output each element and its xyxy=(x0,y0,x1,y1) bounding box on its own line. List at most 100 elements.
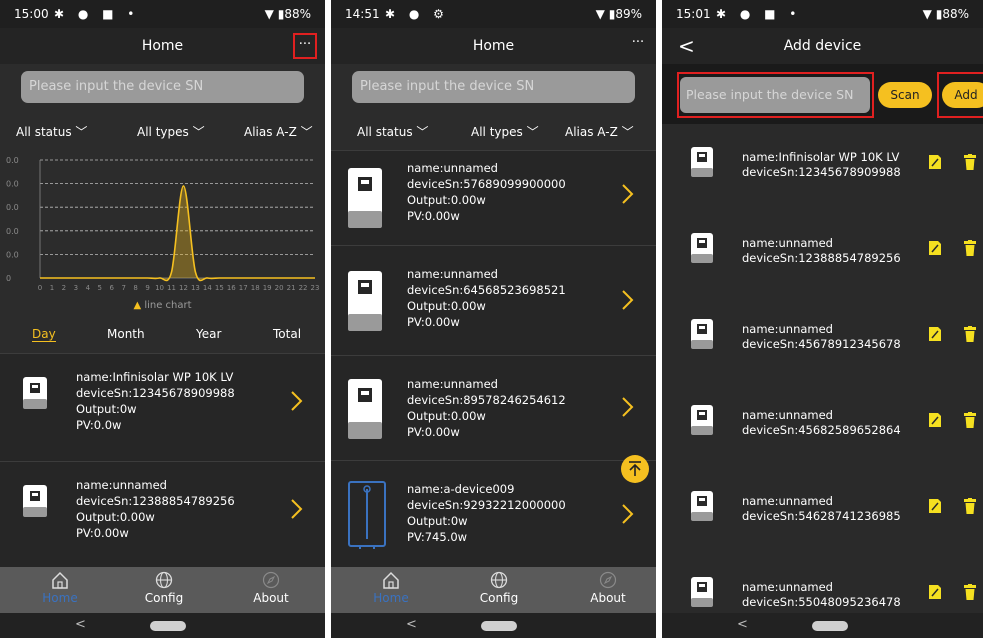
y-tick-label: 0.0 xyxy=(6,203,19,212)
chevron-right-icon[interactable] xyxy=(620,503,636,525)
x-tick-label: 13 xyxy=(191,284,200,292)
sort-filter[interactable]: Alias A-Z ﹀ xyxy=(565,123,634,140)
globe-icon xyxy=(490,571,508,589)
inverter-icon xyxy=(348,271,382,331)
device-card[interactable]: name:unnamed deviceSn:12388854789256 Out… xyxy=(0,461,325,570)
device-card[interactable]: name:unnamed deviceSn:64568523698521 Out… xyxy=(331,245,656,356)
tall-inverter-icon xyxy=(348,481,386,549)
device-card[interactable]: name:unnamed deviceSn:57689099900000 Out… xyxy=(331,150,656,259)
x-tick-label: 18 xyxy=(251,284,260,292)
edit-icon[interactable] xyxy=(928,584,942,600)
battery-level: ▼ ▮88% xyxy=(922,7,969,21)
scroll-to-top-button[interactable] xyxy=(621,455,649,483)
chevron-right-icon[interactable] xyxy=(620,396,636,418)
trash-icon[interactable] xyxy=(964,240,976,256)
home-icon xyxy=(52,571,68,589)
status-time: 15:01 xyxy=(676,7,711,21)
system-nav-bar: < xyxy=(331,613,656,638)
tab-year[interactable]: Year xyxy=(196,327,221,341)
add-button[interactable]: Add xyxy=(942,82,983,108)
inverter-icon xyxy=(691,233,713,263)
x-tick-label: 3 xyxy=(74,284,78,292)
screen-home-list: 14:51 ✱ ● ⚙ ▼ ▮89% Home ··· Please input… xyxy=(331,0,656,638)
sort-filter[interactable]: Alias A-Z ﹀ xyxy=(244,123,313,140)
status-filter[interactable]: All status ﹀ xyxy=(357,123,428,140)
search-input[interactable]: Please input the device SN xyxy=(21,71,304,103)
trash-icon[interactable] xyxy=(964,584,976,600)
edit-icon[interactable] xyxy=(928,154,942,170)
tab-month[interactable]: Month xyxy=(107,327,145,341)
nav-home-label: Home xyxy=(42,591,78,605)
device-card[interactable]: name:Infinisolar WP 10K LV deviceSn:1234… xyxy=(0,353,325,462)
status-icons: ✱ ● ■ • xyxy=(716,7,802,21)
device-name: name:unnamed xyxy=(742,322,833,336)
device-sn: deviceSn:45682589652864 xyxy=(742,423,901,437)
trash-icon[interactable] xyxy=(964,154,976,170)
device-name: name:unnamed xyxy=(407,267,498,281)
device-info: name:unnamed deviceSn:45678912345678 xyxy=(742,322,901,352)
legend-label: line chart xyxy=(144,300,192,311)
nav-config[interactable]: Config xyxy=(459,567,539,613)
add-device-bar: Please input the device SN Scan Add xyxy=(662,64,983,124)
type-filter[interactable]: All types ﹀ xyxy=(471,123,539,140)
device-sn: deviceSn:89578246254612 xyxy=(407,393,566,407)
system-home-pill[interactable] xyxy=(812,621,848,631)
added-device-row: name:Infinisolar WP 10K LV deviceSn:12345… xyxy=(662,124,983,211)
device-sn-input[interactable]: Please input the device SN xyxy=(680,77,870,113)
edit-icon[interactable] xyxy=(928,498,942,514)
chevron-right-icon[interactable] xyxy=(289,498,305,520)
nav-config-label: Config xyxy=(479,591,519,605)
edit-icon[interactable] xyxy=(928,326,942,342)
status-time: 14:51 xyxy=(345,7,380,21)
type-filter[interactable]: All types ﹀ xyxy=(137,123,205,140)
device-info: name:unnamed deviceSn:12388854789256 Out… xyxy=(76,477,235,541)
trash-icon[interactable] xyxy=(964,326,976,342)
trash-icon[interactable] xyxy=(964,412,976,428)
x-tick-label: 11 xyxy=(167,284,176,292)
scan-button[interactable]: Scan xyxy=(878,82,932,108)
device-name: name:unnamed xyxy=(742,236,833,250)
device-name: name:Infinisolar WP 10K LV xyxy=(742,150,900,164)
x-tick-label: 12 xyxy=(179,284,188,292)
screen-add-device: 15:01 ✱ ● ■ • ▼ ▮88% < Add device Please… xyxy=(662,0,983,638)
system-back-button[interactable]: < xyxy=(737,617,748,632)
nav-about[interactable]: About xyxy=(568,567,648,613)
header: Home ··· xyxy=(331,28,656,64)
device-output: Output:0w xyxy=(76,402,137,416)
tab-total[interactable]: Total xyxy=(273,327,301,341)
production-chart: 0 0.0 0.0 0.0 0.0 0.0 0 1 2 3 4 5 6 7 8 9 10 11 12 13 14 15 16… xyxy=(0,150,325,311)
trash-icon[interactable] xyxy=(964,498,976,514)
edit-icon[interactable] xyxy=(928,240,942,256)
device-card[interactable]: name:unnamed deviceSn:89578246254612 Out… xyxy=(331,355,656,461)
tab-day[interactable]: Day xyxy=(32,327,56,342)
chevron-right-icon[interactable] xyxy=(620,183,636,205)
edit-icon[interactable] xyxy=(928,412,942,428)
chevron-right-icon[interactable] xyxy=(620,289,636,311)
system-back-button[interactable]: < xyxy=(75,617,86,632)
system-home-pill[interactable] xyxy=(481,621,517,631)
x-tick-label: 6 xyxy=(110,284,115,292)
y-tick-label: 0.0 xyxy=(6,227,19,236)
device-sn: deviceSn:55048095236478 xyxy=(742,595,901,609)
system-back-button[interactable]: < xyxy=(406,617,417,632)
chevron-right-icon[interactable] xyxy=(289,390,305,412)
status-filter[interactable]: All status ﹀ xyxy=(16,123,87,140)
system-home-pill[interactable] xyxy=(150,621,186,631)
bottom-nav: Home Config About xyxy=(0,567,325,613)
more-menu-button[interactable]: ··· xyxy=(293,33,317,59)
search-input[interactable]: Please input the device SN xyxy=(352,71,635,103)
device-name: name:unnamed xyxy=(407,377,498,391)
more-menu-button[interactable]: ··· xyxy=(628,33,648,55)
x-tick-label: 14 xyxy=(203,284,212,292)
nav-home[interactable]: Home xyxy=(20,567,100,613)
device-output: Output:0.00w xyxy=(407,193,486,207)
device-sn: deviceSn:64568523698521 xyxy=(407,283,566,297)
nav-config[interactable]: Config xyxy=(124,567,204,613)
device-sn: deviceSn:12345678909988 xyxy=(742,165,901,179)
nav-home[interactable]: Home xyxy=(351,567,431,613)
device-name: name:unnamed xyxy=(742,408,833,422)
device-card[interactable]: name:a-device009 deviceSn:92932212000000… xyxy=(331,460,656,568)
inverter-icon xyxy=(691,577,713,607)
inverter-icon xyxy=(23,485,47,517)
nav-about[interactable]: About xyxy=(231,567,311,613)
